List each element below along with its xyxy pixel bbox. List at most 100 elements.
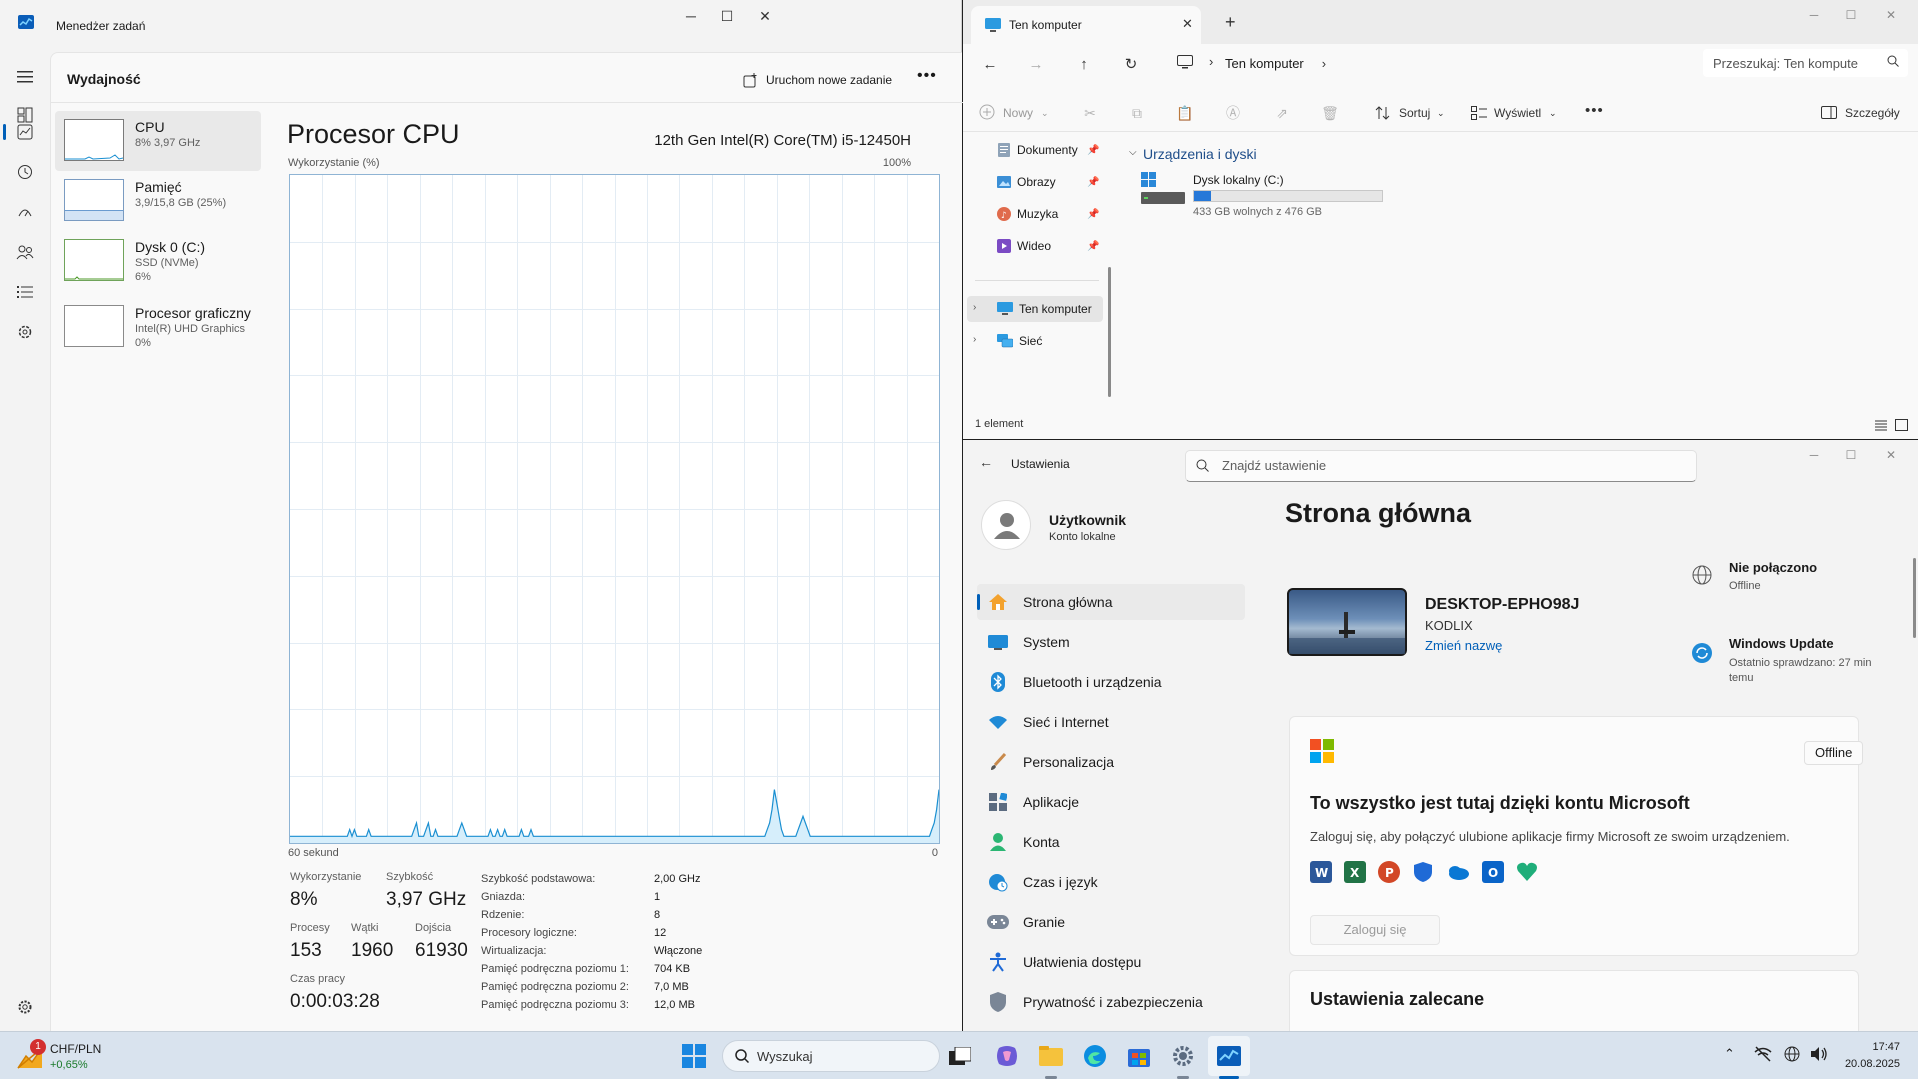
back-arrow-icon[interactable]: ←	[979, 454, 993, 470]
title-bar[interactable]: Menedżer zadań ─ ☐ ✕	[0, 0, 962, 52]
tree-item-network[interactable]: Sieć	[997, 330, 1042, 352]
windows-update-title[interactable]: Windows Update	[1729, 636, 1834, 651]
nav-gaming[interactable]: Granie	[977, 904, 1245, 940]
chevron-right-icon[interactable]: ›	[973, 302, 976, 313]
language-globe-icon[interactable]	[1784, 1046, 1800, 1062]
uptime-label: Czas pracy	[290, 973, 346, 985]
clock-date[interactable]: 20.08.2025	[1830, 1058, 1900, 1070]
widget-title[interactable]: CHF/PLN	[50, 1042, 101, 1056]
scrollbar[interactable]	[1913, 558, 1916, 638]
volume-icon[interactable]	[1810, 1046, 1828, 1062]
avatar[interactable]	[981, 500, 1031, 550]
new-button[interactable]: Nowy	[1003, 106, 1033, 120]
quick-access-pictures[interactable]: Obrazy	[997, 171, 1056, 193]
speed-value: 3,97 GHz	[386, 889, 467, 910]
edge-icon[interactable]	[1079, 1040, 1111, 1072]
nav-personalization[interactable]: Personalizacja	[977, 744, 1245, 780]
nav-accessibility[interactable]: Ułatwienia dostępu	[977, 944, 1245, 980]
perf-item-cpu[interactable]: CPU 8% 3,97 GHz	[55, 111, 261, 171]
uptime-value: 0:00:03:28	[290, 991, 380, 1012]
close-button[interactable]: ✕	[1868, 444, 1914, 466]
forward-arrow-icon[interactable]: →	[1026, 54, 1046, 74]
copy-icon[interactable]: ⧉	[1128, 104, 1146, 122]
delete-icon[interactable]: 🗑	[1321, 104, 1339, 122]
drive-icon[interactable]	[1141, 172, 1185, 208]
drive-name[interactable]: Dysk lokalny (C:)	[1193, 173, 1284, 187]
paste-icon[interactable]: 📋	[1176, 104, 1194, 122]
copilot-icon[interactable]	[991, 1040, 1023, 1072]
network-disconnected-icon[interactable]	[1754, 1046, 1772, 1062]
address-segment[interactable]: Ten komputer	[1225, 56, 1304, 71]
page-title: Wydajność	[67, 71, 141, 87]
tab-close-icon[interactable]: ✕	[1182, 16, 1193, 32]
view-button[interactable]: Wyświetl	[1494, 106, 1541, 120]
nav-scrollbar[interactable]	[1108, 267, 1111, 397]
nav-system[interactable]: System	[977, 624, 1245, 660]
sort-button[interactable]: Sortuj	[1399, 106, 1430, 120]
rename-icon[interactable]: Ⓐ	[1224, 104, 1242, 122]
search-box[interactable]: Przeszukaj: Ten kompute	[1703, 49, 1908, 77]
share-icon[interactable]: ⇗	[1273, 104, 1291, 122]
services-icon[interactable]	[13, 320, 37, 344]
excel-icon: X	[1344, 861, 1366, 883]
chevron-right-icon[interactable]: ›	[973, 334, 976, 345]
network-status-title[interactable]: Nie połączono	[1729, 560, 1817, 575]
spec-key: Pamięć podręczna poziomu 1:	[481, 963, 629, 975]
clock-time[interactable]: 17:47	[1840, 1041, 1900, 1053]
details-button[interactable]: Szczegóły	[1845, 106, 1900, 120]
more-options-button[interactable]: •••	[1585, 102, 1604, 119]
users-icon[interactable]	[13, 240, 37, 264]
close-button[interactable]: ✕	[1868, 4, 1914, 26]
performance-icon[interactable]	[13, 120, 37, 144]
nav-home[interactable]: Strona główna	[977, 584, 1245, 620]
tab-this-pc[interactable]: Ten komputer ✕	[971, 6, 1201, 44]
quick-access-videos[interactable]: Wideo	[997, 235, 1051, 257]
nav-time-language[interactable]: Czas i język	[977, 864, 1245, 900]
close-button[interactable]: ✕	[742, 0, 788, 32]
group-header[interactable]: Urządzenia i dyski	[1143, 146, 1257, 162]
perf-item-gpu[interactable]: Procesor graficzny Intel(R) UHD Graphics…	[55, 297, 261, 357]
app-history-icon[interactable]	[13, 160, 37, 184]
defender-icon	[1412, 861, 1434, 883]
refresh-icon[interactable]: ↻	[1121, 54, 1141, 74]
task-view-icon[interactable]	[944, 1040, 976, 1072]
more-options-button[interactable]: •••	[917, 67, 937, 85]
nav-apps[interactable]: Aplikacje	[977, 784, 1245, 820]
nav-bluetooth[interactable]: Bluetooth i urządzenia	[977, 664, 1245, 700]
new-tab-icon[interactable]: +	[1225, 12, 1236, 33]
start-button[interactable]	[678, 1040, 710, 1072]
hamburger-menu-icon[interactable]	[13, 65, 37, 89]
address-bar[interactable]: Ten komputer ›	[1225, 49, 1655, 77]
chevron-down-icon[interactable]: ⌵	[1129, 147, 1137, 158]
large-icons-view-icon[interactable]	[1895, 419, 1908, 431]
settings-search-input[interactable]: Znajdź ustawienie	[1185, 450, 1697, 482]
run-new-task-button[interactable]: Uruchom nowe zadanie	[743, 67, 892, 93]
microsoft-store-icon[interactable]	[1123, 1040, 1155, 1072]
graph-y-max: 100%	[882, 157, 911, 169]
quick-access-music[interactable]: ♪ Muzyka	[997, 203, 1058, 225]
network-icon	[997, 334, 1013, 348]
settings-gear-icon[interactable]	[13, 995, 37, 1019]
perf-item-disk[interactable]: Dysk 0 (C:) SSD (NVMe) 6%	[55, 231, 261, 291]
sign-in-button[interactable]: Zaloguj się	[1310, 915, 1440, 945]
quick-access-documents[interactable]: Dokumenty	[997, 139, 1078, 161]
perf-item-memory[interactable]: Pamięć 3,9/15,8 GB (25%)	[55, 171, 261, 231]
taskbar-search[interactable]: Wyszukaj	[722, 1040, 940, 1072]
back-arrow-icon[interactable]: ←	[980, 54, 1000, 74]
startup-apps-icon[interactable]	[13, 200, 37, 224]
task-manager-taskbar-icon[interactable]	[1213, 1040, 1245, 1072]
chevron-up-icon[interactable]: ⌃	[1724, 1046, 1735, 1062]
file-explorer-taskbar-icon[interactable]	[1035, 1040, 1067, 1072]
cut-icon[interactable]: ✂	[1081, 104, 1099, 122]
title-bar[interactable]: ← Ustawienia Znajdź ustawienie ─ ☐ ✕	[963, 440, 1918, 488]
details-view-icon[interactable]	[1875, 420, 1887, 431]
tree-item-this-pc[interactable]: Ten komputer	[997, 298, 1092, 320]
nav-accounts[interactable]: Konta	[977, 824, 1245, 860]
nav-network[interactable]: Sieć i Internet	[977, 704, 1245, 740]
up-arrow-icon[interactable]: ↑	[1074, 54, 1094, 74]
rename-link[interactable]: Zmień nazwę	[1425, 638, 1502, 653]
details-icon[interactable]	[13, 280, 37, 304]
tab-bar[interactable]: Ten komputer ✕ + ─ ☐ ✕	[963, 0, 1918, 44]
settings-taskbar-icon[interactable]	[1167, 1040, 1199, 1072]
nav-privacy-security[interactable]: Prywatność i zabezpieczenia	[977, 984, 1245, 1020]
